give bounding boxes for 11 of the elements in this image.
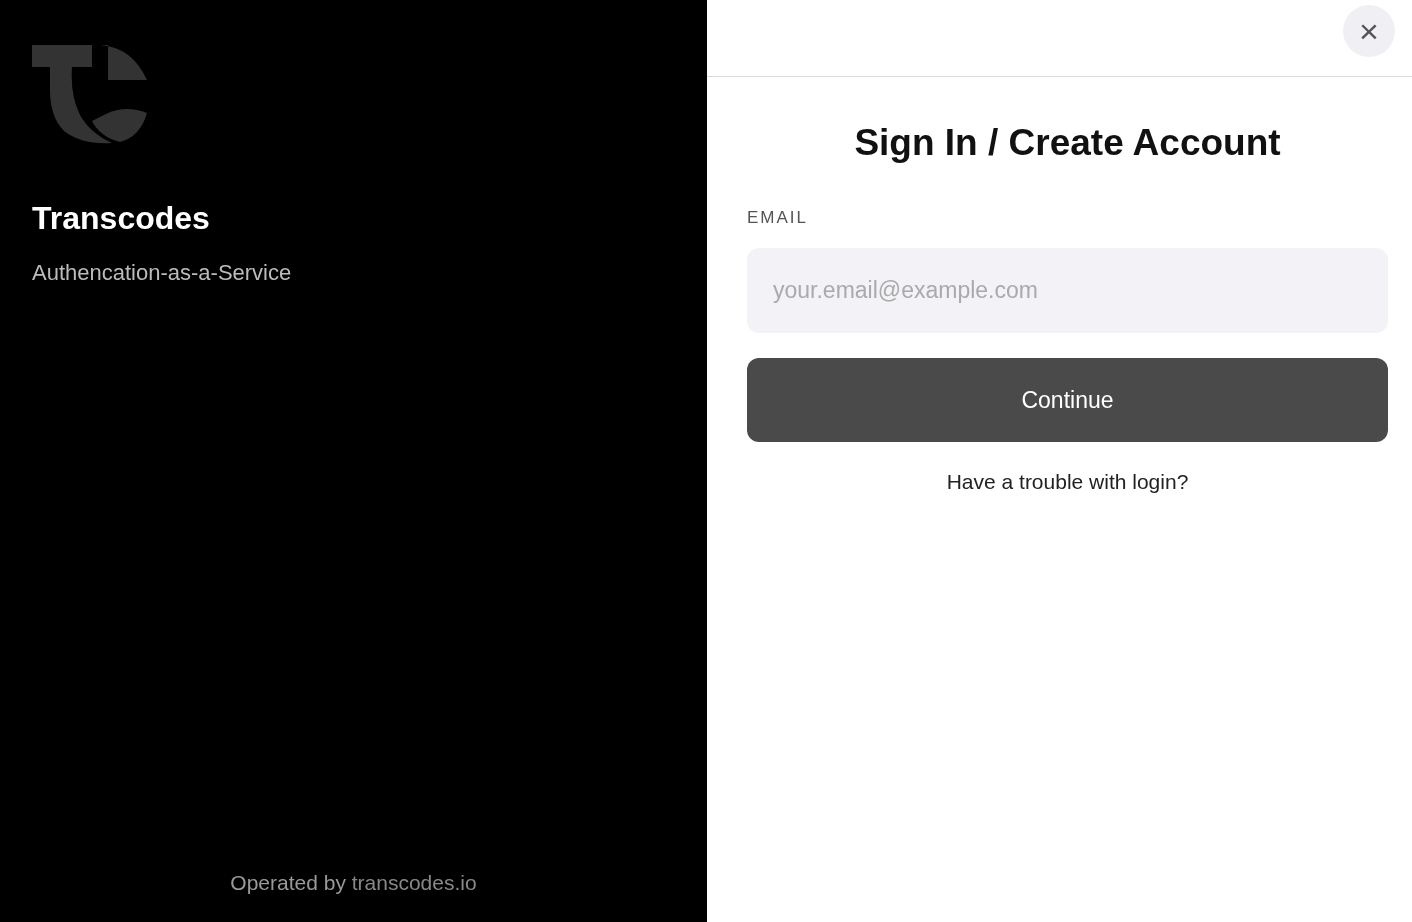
brand-name: Transcodes — [32, 199, 211, 238]
help-link[interactable]: Have a trouble with login? — [946, 470, 1189, 493]
continue-button[interactable]: Continue — [747, 358, 1388, 442]
close-button[interactable]: × — [1343, 5, 1395, 57]
footer-text: Operated by transcodes.io — [230, 870, 477, 894]
form-title: Sign In / Create Account — [853, 121, 1282, 165]
logo-icon — [32, 45, 148, 144]
tagline: Authencation-as-a-Service — [32, 259, 293, 287]
email-field[interactable]: your.email@example.com — [747, 248, 1388, 333]
footer-link[interactable]: transcodes.io — [351, 870, 477, 894]
email-label: EMAIL — [747, 206, 810, 229]
